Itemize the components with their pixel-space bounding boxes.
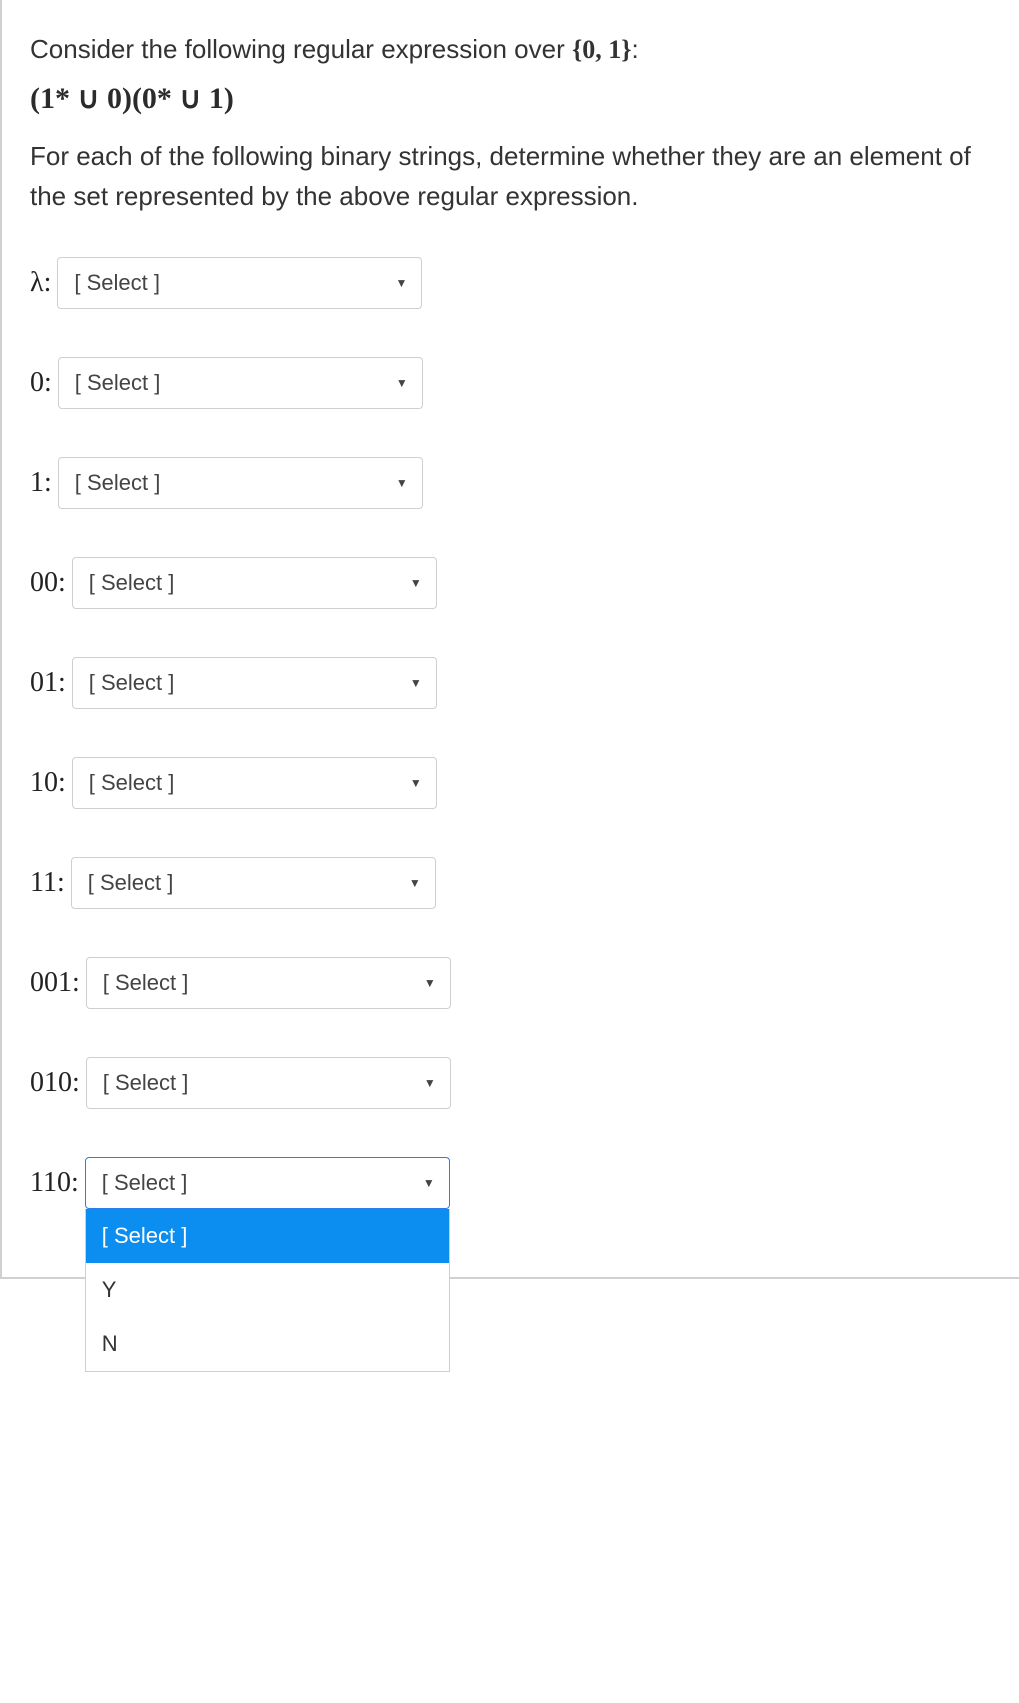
select-dropdown[interactable]: [ Select ] ▼ [72, 757, 437, 809]
string-label: 001: [30, 967, 80, 999]
select-option[interactable]: N [86, 1317, 449, 1371]
field-row: 110:[ Select ]▼[ Select ]YN [30, 1157, 991, 1209]
select-dropdown[interactable]: [ Select ] ▼ [71, 857, 436, 909]
select-dropdown[interactable]: [ Select ] ▼ [72, 657, 437, 709]
select-anchor: [ Select ] ▼ [72, 757, 437, 809]
string-label: 010: [30, 1067, 80, 1099]
field-row: λ: [ Select ] ▼ [30, 257, 991, 309]
select-anchor: [ Select ] ▼ [72, 557, 437, 609]
select-anchor: [ Select ] ▼ [57, 257, 422, 309]
chevron-down-icon: ▼ [410, 676, 422, 690]
field-row: 10: [ Select ] ▼ [30, 757, 991, 809]
chevron-down-icon: ▼ [410, 776, 422, 790]
instruction-text: For each of the following binary strings… [30, 136, 991, 217]
select-dropdown[interactable]: [ Select ] ▼ [58, 357, 423, 409]
chevron-down-icon: ▼ [396, 376, 408, 390]
select-value: [ Select ] [75, 470, 161, 495]
chevron-down-icon: ▼ [396, 476, 408, 490]
options-popup: [ Select ]YN [85, 1209, 450, 1372]
chevron-down-icon: ▼ [409, 876, 421, 890]
string-label: 110: [30, 1167, 79, 1199]
field-row: 1: [ Select ] ▼ [30, 457, 991, 509]
field-row: 11: [ Select ] ▼ [30, 857, 991, 909]
intro-suffix: : [631, 34, 638, 64]
select-value: [ Select ] [89, 670, 175, 695]
select-value: [ Select ] [75, 370, 161, 395]
question-container: Consider the following regular expressio… [0, 0, 1019, 1279]
chevron-down-icon: ▼ [424, 1076, 436, 1090]
chevron-down-icon: ▼ [410, 576, 422, 590]
string-label: 01: [30, 667, 66, 699]
select-option[interactable]: Y [86, 1263, 449, 1317]
string-label: 1: [30, 467, 52, 499]
select-anchor: [ Select ] ▼ [86, 1057, 451, 1109]
select-value: [ Select ] [74, 270, 160, 295]
select-dropdown[interactable]: [ Select ] ▼ [58, 457, 423, 509]
select-anchor: [ Select ] ▼ [86, 957, 451, 1009]
chevron-down-icon: ▼ [395, 276, 407, 290]
select-value: [ Select ] [102, 1170, 188, 1195]
string-label: 00: [30, 567, 66, 599]
field-row: 010: [ Select ] ▼ [30, 1057, 991, 1109]
select-anchor: [ Select ] ▼ [72, 657, 437, 709]
string-label: λ: [30, 267, 51, 299]
select-option[interactable]: [ Select ] [86, 1209, 449, 1263]
field-row: 00: [ Select ] ▼ [30, 557, 991, 609]
intro-line: Consider the following regular expressio… [30, 30, 991, 69]
select-dropdown[interactable]: [ Select ] ▼ [57, 257, 422, 309]
select-value: [ Select ] [103, 970, 189, 995]
select-value: [ Select ] [88, 870, 174, 895]
select-dropdown[interactable]: [ Select ] ▼ [86, 957, 451, 1009]
select-value: [ Select ] [89, 770, 175, 795]
field-row: 001: [ Select ] ▼ [30, 957, 991, 1009]
select-anchor: [ Select ] ▼ [58, 357, 423, 409]
string-label: 0: [30, 367, 52, 399]
intro-prefix: Consider the following regular expressio… [30, 34, 572, 64]
select-anchor: [ Select ] ▼ [58, 457, 423, 509]
alphabet-set: {0, 1} [572, 35, 632, 64]
chevron-down-icon: ▼ [423, 1176, 435, 1190]
select-anchor: [ Select ]▼[ Select ]YN [85, 1157, 450, 1209]
field-row: 01: [ Select ] ▼ [30, 657, 991, 709]
regex-expression: (1* ∪ 0)(0* ∪ 1) [30, 81, 991, 116]
select-value: [ Select ] [103, 1070, 189, 1095]
field-row: 0: [ Select ] ▼ [30, 357, 991, 409]
string-label: 11: [30, 867, 65, 899]
select-dropdown[interactable]: [ Select ] ▼ [85, 1157, 450, 1209]
string-label: 10: [30, 767, 66, 799]
select-anchor: [ Select ] ▼ [71, 857, 436, 909]
chevron-down-icon: ▼ [424, 976, 436, 990]
select-dropdown[interactable]: [ Select ] ▼ [72, 557, 437, 609]
select-dropdown[interactable]: [ Select ] ▼ [86, 1057, 451, 1109]
select-value: [ Select ] [89, 570, 175, 595]
